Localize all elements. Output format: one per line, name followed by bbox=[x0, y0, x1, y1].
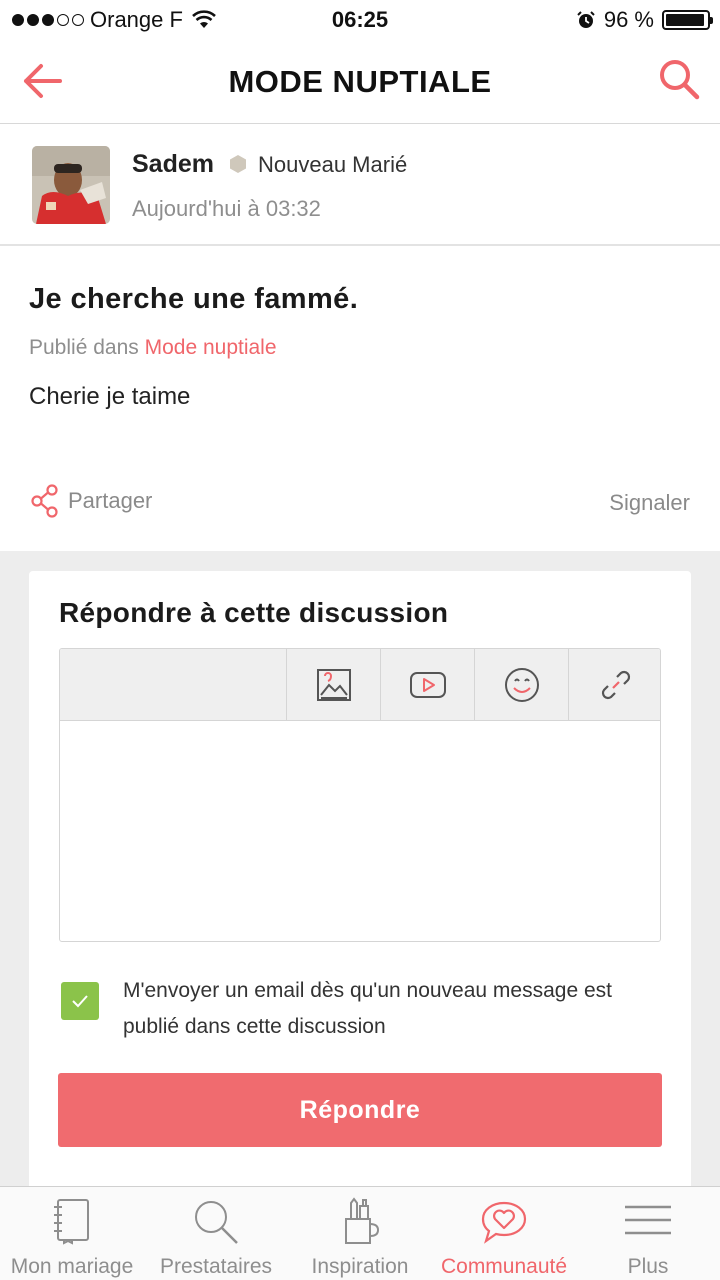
share-button[interactable]: Partager bbox=[30, 484, 152, 518]
tab-label: Plus bbox=[627, 1255, 669, 1278]
post-actions: Partager Signaler bbox=[0, 480, 720, 526]
tab-label: Prestataires bbox=[159, 1255, 273, 1278]
tab-mon-mariage[interactable]: Mon mariage bbox=[0, 1187, 144, 1280]
navigation-bar: MODE NUPTIALE bbox=[0, 40, 720, 124]
reply-textarea[interactable] bbox=[60, 722, 660, 941]
editor-toolbar bbox=[60, 649, 660, 721]
category-link[interactable]: Mode nuptiale bbox=[145, 336, 277, 359]
notebook-icon bbox=[54, 1199, 89, 1245]
status-bar: Orange F 06:25 96 % bbox=[0, 0, 720, 40]
post-body: Cherie je taime bbox=[29, 383, 191, 410]
avatar[interactable] bbox=[32, 146, 110, 224]
emoji-icon bbox=[504, 668, 539, 702]
tab-label: Communauté bbox=[440, 1255, 568, 1278]
insert-video-button[interactable] bbox=[380, 649, 474, 721]
published-in: Publié dans Mode nuptiale bbox=[29, 336, 277, 360]
tab-label: Mon mariage bbox=[10, 1255, 134, 1278]
status-right: 96 % bbox=[576, 7, 713, 33]
report-button[interactable]: Signaler bbox=[609, 490, 690, 516]
reply-card: Répondre à cette discussion M'envoyer un… bbox=[29, 571, 691, 1211]
post-author: Sadem Nouveau Marié Aujourd'hui à 03:32 bbox=[0, 124, 720, 246]
post-timestamp: Aujourd'hui à 03:32 bbox=[132, 196, 321, 221]
published-prefix: Publié dans bbox=[29, 336, 139, 359]
battery-icon bbox=[662, 10, 713, 30]
tab-bar: Mon mariage Prestataires Inspiration Com… bbox=[0, 1186, 720, 1280]
post-title: Je cherche une fammé. bbox=[29, 283, 359, 315]
link-icon bbox=[601, 670, 630, 700]
tab-label: Inspiration bbox=[311, 1255, 409, 1278]
reply-section: Répondre à cette discussion M'envoyer un… bbox=[0, 551, 720, 1211]
share-icon bbox=[31, 484, 58, 518]
tab-plus[interactable]: Plus bbox=[576, 1187, 720, 1280]
battery-fill bbox=[666, 14, 705, 26]
image-icon bbox=[316, 669, 351, 701]
email-notify-label: M'envoyer un email dès qu'un nouveau mes… bbox=[123, 979, 612, 1038]
menu-icon bbox=[625, 1205, 671, 1235]
reply-button[interactable]: Répondre bbox=[58, 1073, 662, 1147]
search-button[interactable] bbox=[656, 56, 702, 102]
email-notify-checkbox[interactable] bbox=[61, 982, 99, 1020]
search-icon bbox=[195, 1201, 238, 1244]
author-badge: Nouveau Marié bbox=[258, 152, 408, 177]
alarm-icon bbox=[577, 11, 595, 28]
insert-emoji-button[interactable] bbox=[474, 649, 568, 721]
video-icon bbox=[409, 672, 446, 698]
reply-title: Répondre à cette discussion bbox=[59, 597, 449, 628]
avatar-photo bbox=[32, 146, 110, 224]
page-title: MODE NUPTIALE bbox=[228, 64, 492, 99]
pencil-cup-icon bbox=[345, 1197, 380, 1244]
share-label: Partager bbox=[68, 488, 153, 513]
checkmark-icon bbox=[72, 995, 88, 1008]
tab-prestataires[interactable]: Prestataires bbox=[144, 1187, 288, 1280]
tab-inspiration[interactable]: Inspiration bbox=[288, 1187, 432, 1280]
chat-heart-icon bbox=[481, 1201, 527, 1244]
tab-communaute[interactable]: Communauté bbox=[432, 1187, 576, 1280]
search-icon bbox=[660, 60, 700, 100]
rank-hexagon-icon bbox=[230, 155, 246, 173]
insert-image-button[interactable] bbox=[286, 649, 380, 721]
battery-percent: 96 % bbox=[603, 7, 654, 32]
reply-editor bbox=[59, 648, 661, 942]
author-name[interactable]: Sadem bbox=[132, 150, 214, 179]
insert-link-button[interactable] bbox=[568, 649, 660, 721]
